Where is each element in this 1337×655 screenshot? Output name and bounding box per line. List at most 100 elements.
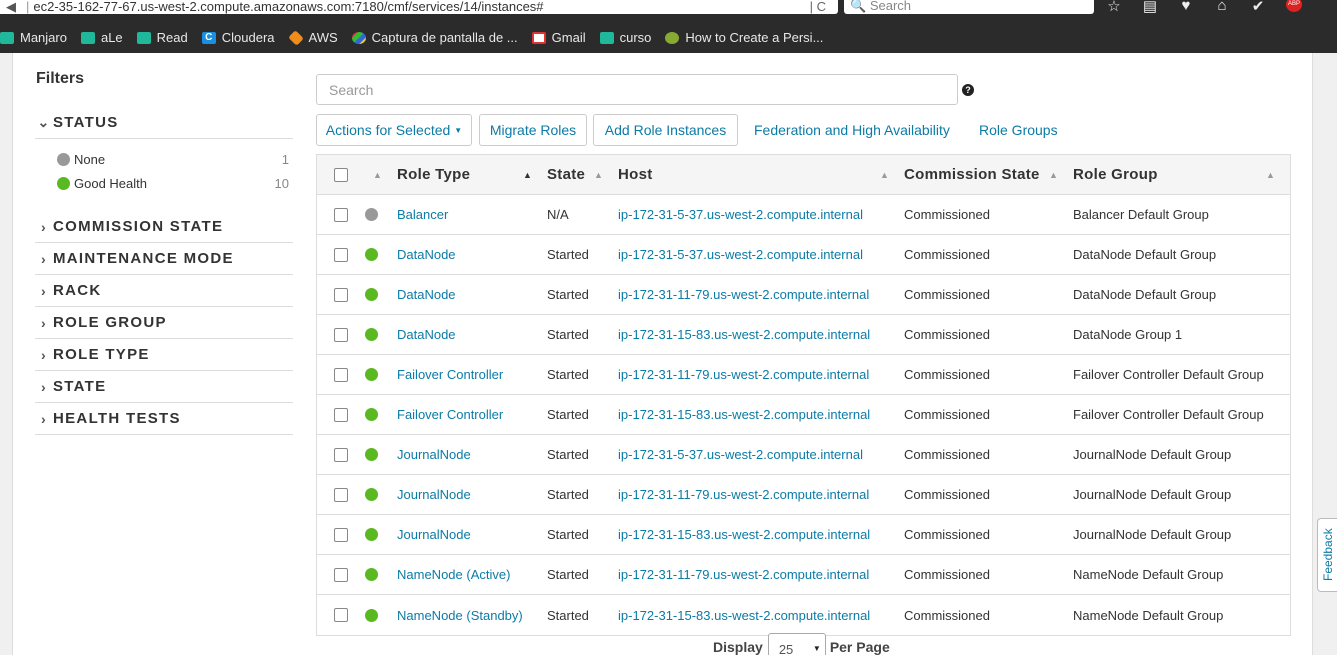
row-checkbox[interactable] bbox=[334, 355, 348, 394]
row-checkbox[interactable] bbox=[334, 395, 348, 434]
row-checkbox[interactable] bbox=[334, 195, 348, 234]
host-link[interactable]: ip-172-31-15-83.us-west-2.compute.intern… bbox=[618, 515, 870, 554]
filter-section-rack[interactable]: › RACK bbox=[35, 275, 293, 307]
role-type-link[interactable]: Balancer bbox=[397, 195, 448, 234]
actions-for-selected-button[interactable]: Actions for Selected ▼ bbox=[316, 114, 472, 146]
bookmark-cloudera[interactable]: C Cloudera bbox=[201, 30, 275, 45]
host-link[interactable]: ip-172-31-15-83.us-west-2.compute.intern… bbox=[618, 395, 870, 434]
caret-down-icon: ▼ bbox=[812, 644, 821, 653]
chevron-right-icon: › bbox=[41, 250, 47, 267]
sort-icon[interactable]: ▲ bbox=[373, 155, 382, 194]
bookmark-persi[interactable]: How to Create a Persi... bbox=[665, 30, 823, 45]
row-checkbox[interactable] bbox=[334, 515, 348, 554]
add-role-instances-button[interactable]: Add Role Instances bbox=[593, 114, 738, 146]
host-link[interactable]: ip-172-31-11-79.us-west-2.compute.intern… bbox=[618, 275, 869, 314]
filter-section-label: ROLE TYPE bbox=[53, 346, 150, 363]
select-all-checkbox[interactable] bbox=[334, 155, 348, 194]
role-type-link[interactable]: JournalNode bbox=[397, 475, 471, 514]
reload-icon[interactable]: | C bbox=[810, 0, 826, 14]
per-page-select[interactable]: 25 ▼ bbox=[767, 633, 826, 655]
filter-section-maintenance-mode[interactable]: › MAINTENANCE MODE bbox=[35, 243, 293, 275]
filter-section-role-group[interactable]: › ROLE GROUP bbox=[35, 307, 293, 339]
row-checkbox[interactable] bbox=[334, 275, 348, 314]
status-filter-none[interactable]: None 1 bbox=[57, 149, 289, 169]
host-link[interactable]: ip-172-31-11-79.us-west-2.compute.intern… bbox=[618, 555, 869, 594]
sort-asc-icon[interactable]: ▲ bbox=[523, 155, 532, 194]
chevron-right-icon: › bbox=[41, 378, 47, 395]
aws-icon bbox=[287, 29, 304, 46]
commission-state-cell: Commissioned bbox=[904, 567, 990, 582]
filter-section-health-tests[interactable]: › HEALTH TESTS bbox=[35, 403, 293, 435]
bookmark-captura[interactable]: Captura de pantalla de ... bbox=[351, 30, 518, 45]
state-cell: Started bbox=[547, 407, 589, 422]
back-arrow-icon[interactable]: ◀ bbox=[0, 0, 22, 14]
column-role-group[interactable]: Role Group bbox=[1073, 155, 1158, 194]
bookmark-manjaro[interactable]: Manjaro bbox=[0, 30, 67, 45]
column-role-type[interactable]: Role Type bbox=[397, 155, 470, 194]
host-link[interactable]: ip-172-31-11-79.us-west-2.compute.intern… bbox=[618, 355, 869, 394]
role-type-link[interactable]: Failover Controller bbox=[397, 355, 503, 394]
filter-status-header[interactable]: ⌄ STATUS bbox=[35, 107, 293, 139]
bookmark-read[interactable]: Read bbox=[136, 30, 188, 45]
role-type-link[interactable]: JournalNode bbox=[397, 435, 471, 474]
status-filter-good-health[interactable]: Good Health 10 bbox=[57, 173, 289, 193]
library-icon[interactable]: ▤ bbox=[1142, 0, 1158, 15]
role-type-link[interactable]: JournalNode bbox=[397, 515, 471, 554]
column-commission-state[interactable]: Commission State bbox=[904, 155, 1040, 194]
role-type-link[interactable]: DataNode bbox=[397, 235, 456, 274]
bookmark-curso[interactable]: curso bbox=[599, 30, 651, 45]
filter-section-role-type[interactable]: › ROLE TYPE bbox=[35, 339, 293, 371]
sort-icon[interactable]: ▲ bbox=[880, 155, 889, 194]
commission-state-cell: Commissioned bbox=[904, 487, 990, 502]
state-cell: Started bbox=[547, 527, 589, 542]
filter-section-commission-state[interactable]: › COMMISSION STATE bbox=[35, 211, 293, 243]
role-groups-link[interactable]: Role Groups bbox=[979, 114, 1058, 146]
role-type-link[interactable]: NameNode (Standby) bbox=[397, 595, 523, 635]
role-type-link[interactable]: DataNode bbox=[397, 315, 456, 354]
migrate-roles-button[interactable]: Migrate Roles bbox=[479, 114, 587, 146]
host-link[interactable]: ip-172-31-11-79.us-west-2.compute.intern… bbox=[618, 475, 869, 514]
filter-section-label: MAINTENANCE MODE bbox=[53, 250, 234, 267]
host-link[interactable]: ip-172-31-5-37.us-west-2.compute.interna… bbox=[618, 235, 863, 274]
browser-search-box[interactable]: 🔍 Search bbox=[844, 0, 1094, 14]
host-link[interactable]: ip-172-31-15-83.us-west-2.compute.intern… bbox=[618, 595, 870, 635]
role-type-link[interactable]: Failover Controller bbox=[397, 395, 503, 434]
row-checkbox[interactable] bbox=[334, 475, 348, 514]
bookmark-aws[interactable]: AWS bbox=[287, 29, 338, 46]
host-link[interactable]: ip-172-31-5-37.us-west-2.compute.interna… bbox=[618, 195, 863, 234]
federation-link[interactable]: Federation and High Availability bbox=[754, 114, 950, 146]
feedback-tab[interactable]: Feedback bbox=[1317, 518, 1337, 592]
gmail-icon bbox=[531, 31, 546, 44]
adblock-icon[interactable]: ABP bbox=[1286, 0, 1302, 12]
captura-icon bbox=[351, 31, 366, 44]
star-icon[interactable]: ☆ bbox=[1106, 0, 1122, 15]
bookmark-gmail[interactable]: Gmail bbox=[531, 30, 586, 45]
row-checkbox[interactable] bbox=[334, 435, 348, 474]
row-checkbox[interactable] bbox=[334, 595, 348, 635]
bookmark-ale[interactable]: aLe bbox=[80, 30, 123, 45]
sort-icon[interactable]: ▲ bbox=[1049, 155, 1058, 194]
host-link[interactable]: ip-172-31-15-83.us-west-2.compute.intern… bbox=[618, 315, 870, 354]
help-icon[interactable]: ? bbox=[962, 84, 974, 96]
search-input[interactable] bbox=[316, 74, 958, 105]
state-cell: Started bbox=[547, 487, 589, 502]
url-bar[interactable]: ◀ | ec2-35-162-77-67.us-west-2.compute.ama… bbox=[0, 0, 838, 14]
row-checkbox[interactable] bbox=[334, 235, 348, 274]
health-status-icon bbox=[365, 235, 378, 274]
filter-section-state[interactable]: › STATE bbox=[35, 371, 293, 403]
sort-icon[interactable]: ▲ bbox=[594, 155, 603, 194]
table-row: Failover Controller Started ip-172-31-15-8… bbox=[317, 395, 1290, 435]
column-host[interactable]: Host bbox=[618, 155, 653, 194]
host-link[interactable]: ip-172-31-5-37.us-west-2.compute.interna… bbox=[618, 435, 863, 474]
check-icon[interactable]: ✔ bbox=[1250, 0, 1266, 15]
role-type-link[interactable]: DataNode bbox=[397, 275, 456, 314]
sort-icon[interactable]: ▲ bbox=[1266, 155, 1275, 194]
home-icon[interactable]: ⌂ bbox=[1214, 0, 1230, 15]
row-checkbox[interactable] bbox=[334, 315, 348, 354]
pocket-icon[interactable]: ♥ bbox=[1178, 0, 1194, 15]
column-state[interactable]: State bbox=[547, 155, 585, 194]
state-cell: Started bbox=[547, 247, 589, 262]
row-checkbox[interactable] bbox=[334, 555, 348, 594]
health-status-icon bbox=[365, 395, 378, 434]
role-type-link[interactable]: NameNode (Active) bbox=[397, 555, 510, 594]
